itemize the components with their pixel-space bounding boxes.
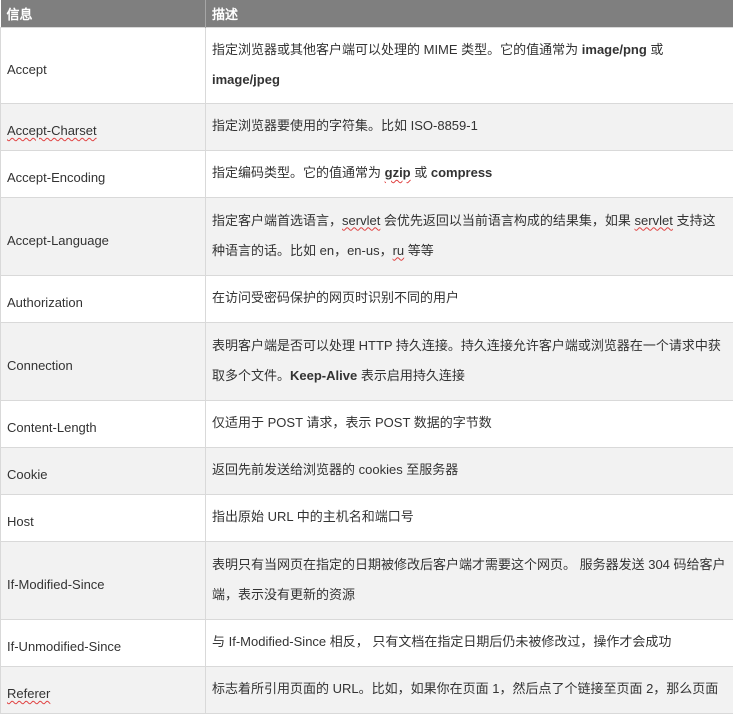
header-name-cell: Cookie xyxy=(0,447,206,495)
header-description-cell: 返回先前发送给浏览器的 cookies 至服务器 xyxy=(205,447,733,495)
name-text: Accept-Charset xyxy=(7,123,97,138)
desc-text: 指定客户端首选语言， xyxy=(212,212,343,228)
header-name-cell: Connection xyxy=(0,322,206,401)
desc-text: image/jpeg xyxy=(212,71,280,87)
desc-text: 指定浏览器或其他客户端可以处理的 MIME 类型。它的值通常为 xyxy=(212,41,582,57)
desc-text: image/png xyxy=(581,41,647,57)
name-text: Content-Length xyxy=(7,420,97,435)
header-description-cell: 仅适用于 POST 请求，表示 POST 数据的字节数 xyxy=(205,400,733,448)
header-description-cell: 指出原始 URL 中的主机名和端口号 xyxy=(205,494,733,542)
header-description-cell: 标志着所引用页面的 URL。比如，如果你在页面 1，然后点了个链接至页面 2，那… xyxy=(205,666,733,714)
desc-text: 指定浏览器要使用的字符集。比如 ISO-8859-1 xyxy=(212,118,478,133)
header-name-cell: Accept-Encoding xyxy=(0,150,206,198)
table-row: Host 指出原始 URL 中的主机名和端口号 xyxy=(0,494,733,542)
desc-text: 或 xyxy=(646,41,664,57)
http-headers-table: 信息 描述 Accept 指定浏览器或其他客户端可以处理的 MIME 类型。它的值… xyxy=(0,0,733,714)
desc-text: ru xyxy=(392,242,405,258)
desc-text: 表明只有当网页在指定的日期被修改后客户端才需要这个网页。 服务器发送 304 码… xyxy=(212,556,726,602)
desc-text: 与 If-Modified-Since 相反， 只有文档在指定日期后仍未被修改过… xyxy=(212,634,672,649)
header-description-cell: 表明客户端是否可以处理 HTTP 持久连接。持久连接允许客户端或浏览器在一个请求… xyxy=(205,322,733,401)
name-text: Connection xyxy=(7,357,73,373)
header-name-cell: Referer xyxy=(0,666,206,714)
desc-text: 标志着所引用页面的 URL。比如，如果你在页面 1，然后点了个链接至页面 2，那… xyxy=(212,681,719,696)
header-description-cell: 与 If-Modified-Since 相反， 只有文档在指定日期后仍未被修改过… xyxy=(205,619,733,667)
header-name-cell: Accept xyxy=(0,27,206,104)
header-description-cell: 指定浏览器要使用的字符集。比如 ISO-8859-1 xyxy=(205,103,733,151)
header-info: 信息 xyxy=(0,0,206,28)
header-name-cell: Accept-Charset xyxy=(0,103,206,151)
header-name-cell: Content-Length xyxy=(0,400,206,448)
header-description-cell: 指定编码类型。它的值通常为 gzip 或 compress xyxy=(205,150,733,198)
table-row: Content-Length 仅适用于 POST 请求，表示 POST 数据的字节… xyxy=(0,400,733,448)
header-name-cell: Host xyxy=(0,494,206,542)
table-row: Connection 表明客户端是否可以处理 HTTP 持久连接。持久连接允许客户… xyxy=(0,322,733,401)
name-text: If-Modified-Since xyxy=(7,576,105,592)
desc-text: servlet xyxy=(634,212,673,228)
header-description-cell: 指定客户端首选语言，servlet 会优先返回以当前语言构成的结果集，如果 se… xyxy=(205,197,733,276)
name-text: Referer xyxy=(7,686,51,701)
desc-text: 等等 xyxy=(404,242,434,258)
desc-text: gzip xyxy=(384,165,411,180)
desc-text: 指出原始 URL 中的主机名和端口号 xyxy=(212,509,414,524)
header-name-cell: If-Modified-Since xyxy=(0,541,206,620)
name-text: Host xyxy=(7,514,34,529)
desc-text: 在访问受密码保护的网页时识别不同的用户 xyxy=(212,290,460,305)
desc-text: 表明客户端是否可以处理 HTTP 持久连接。持久连接允许客户端或浏览器在一个请求… xyxy=(212,337,721,383)
table-row: Accept-Encoding 指定编码类型。它的值通常为 gzip 或 comp… xyxy=(0,150,733,198)
table-row: Accept 指定浏览器或其他客户端可以处理的 MIME 类型。它的值通常为 im… xyxy=(0,27,733,104)
desc-text: servlet xyxy=(342,212,381,228)
desc-text: 返回先前发送给浏览器的 cookies 至服务器 xyxy=(212,462,459,477)
name-text: Accept-Encoding xyxy=(7,170,106,185)
name-text: Accept xyxy=(7,61,47,77)
table-header: 信息 描述 xyxy=(0,0,733,28)
desc-text: 会优先返回以当前语言构成的结果集，如果 xyxy=(380,212,635,228)
header-row: 信息 描述 xyxy=(0,0,733,28)
desc-text: 仅适用于 POST 请求，表示 POST 数据的字节数 xyxy=(212,415,492,430)
name-text: Accept-Language xyxy=(7,232,109,248)
desc-text: compress xyxy=(430,165,493,180)
header-description-cell: 指定浏览器或其他客户端可以处理的 MIME 类型。它的值通常为 image/pn… xyxy=(205,27,733,104)
desc-text: 表示启用持久连接 xyxy=(357,367,465,383)
header-name-cell: Authorization xyxy=(0,275,206,323)
table-body: Accept 指定浏览器或其他客户端可以处理的 MIME 类型。它的值通常为 im… xyxy=(0,27,733,714)
name-text: If-Unmodified-Since xyxy=(7,639,122,654)
table-row: Accept-Charset 指定浏览器要使用的字符集。比如 ISO-8859-1 xyxy=(0,103,733,151)
table-row: Authorization 在访问受密码保护的网页时识别不同的用户 xyxy=(0,275,733,323)
header-name-cell: If-Unmodified-Since xyxy=(0,619,206,667)
header-description: 描述 xyxy=(205,0,733,28)
table-row: Referer 标志着所引用页面的 URL。比如，如果你在页面 1，然后点了个链接… xyxy=(0,666,733,714)
table-row: Accept-Language 指定客户端首选语言，servlet 会优先返回以当… xyxy=(0,197,733,276)
desc-text: Keep-Alive xyxy=(290,367,358,383)
header-name-cell: Accept-Language xyxy=(0,197,206,276)
table-row: If-Modified-Since 表明只有当网页在指定的日期被修改后客户端才需要… xyxy=(0,541,733,620)
table-row: If-Unmodified-Since 与 If-Modified-Since 相… xyxy=(0,619,733,667)
header-description-cell: 表明只有当网页在指定的日期被修改后客户端才需要这个网页。 服务器发送 304 码… xyxy=(205,541,733,620)
name-text: Authorization xyxy=(7,295,83,310)
header-description-cell: 在访问受密码保护的网页时识别不同的用户 xyxy=(205,275,733,323)
desc-text: 指定编码类型。它的值通常为 xyxy=(212,165,385,180)
table-row: Cookie 返回先前发送给浏览器的 cookies 至服务器 xyxy=(0,447,733,495)
name-text: Cookie xyxy=(7,467,48,482)
desc-text: 或 xyxy=(410,165,431,180)
